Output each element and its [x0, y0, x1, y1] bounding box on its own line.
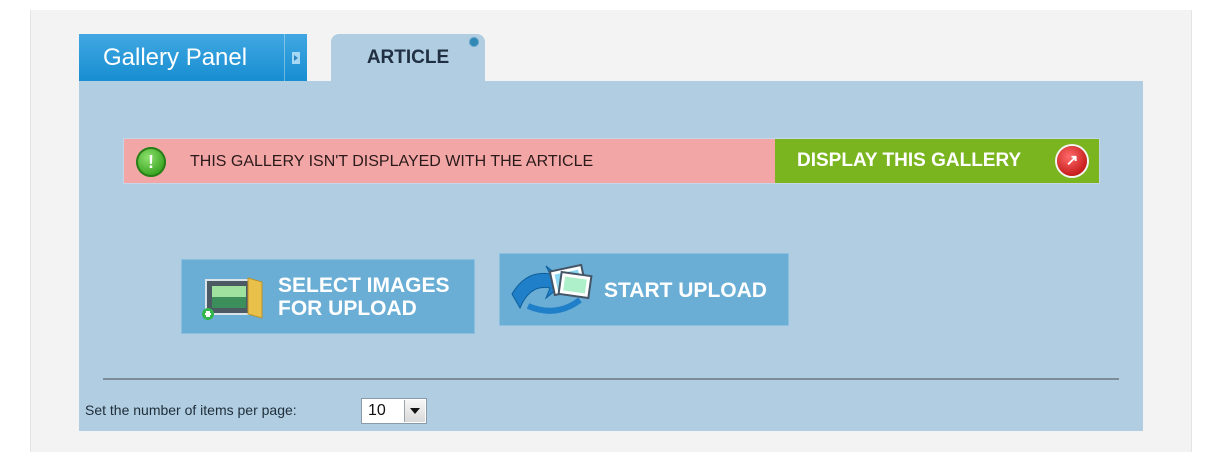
items-per-page-select[interactable]: 10: [361, 398, 427, 424]
start-upload-label: START UPLOAD: [604, 279, 767, 302]
page-background: Gallery Panel ARTICLE ! THIS GALLERY ISN…: [30, 10, 1192, 452]
select-images-button[interactable]: SELECT IMAGES FOR UPLOAD: [181, 259, 475, 334]
items-per-page-value: 10: [368, 402, 386, 419]
display-gallery-button[interactable]: DISPLAY THIS GALLERY ↗: [775, 139, 1099, 183]
display-gallery-icon: ↗: [1057, 146, 1087, 176]
chevron-right-icon: [292, 51, 300, 64]
upload-images-icon: [511, 263, 593, 314]
article-gallery-panel: ! THIS GALLERY ISN'T DISPLAYED WITH THE …: [79, 81, 1143, 431]
images-folder-icon: [202, 277, 263, 320]
items-per-page-label: Set the number of items per page:: [85, 402, 297, 418]
exclamation-icon: !: [136, 147, 166, 177]
status-dot-icon: [469, 37, 479, 47]
alert-message: THIS GALLERY ISN'T DISPLAYED WITH THE AR…: [190, 153, 594, 170]
chevron-down-icon[interactable]: [404, 400, 425, 422]
select-images-label: SELECT IMAGES FOR UPLOAD: [278, 274, 450, 320]
items-per-page-control: Set the number of items per page: 10: [85, 398, 427, 424]
section-divider: [103, 378, 1119, 380]
tab-gallery-panel-label: Gallery Panel: [103, 44, 248, 71]
tab-gallery-panel[interactable]: Gallery Panel: [79, 34, 307, 81]
select-images-line-1: SELECT IMAGES: [278, 274, 450, 297]
start-upload-button[interactable]: START UPLOAD: [499, 253, 789, 326]
gallery-display-alert: ! THIS GALLERY ISN'T DISPLAYED WITH THE …: [123, 138, 1100, 184]
tab-article[interactable]: ARTICLE: [331, 34, 485, 81]
display-gallery-button-label: DISPLAY THIS GALLERY: [797, 150, 1022, 171]
select-images-line-2: FOR UPLOAD: [278, 297, 417, 320]
tab-gallery-panel-arrow[interactable]: [284, 34, 307, 81]
tab-article-label: ARTICLE: [366, 47, 450, 68]
